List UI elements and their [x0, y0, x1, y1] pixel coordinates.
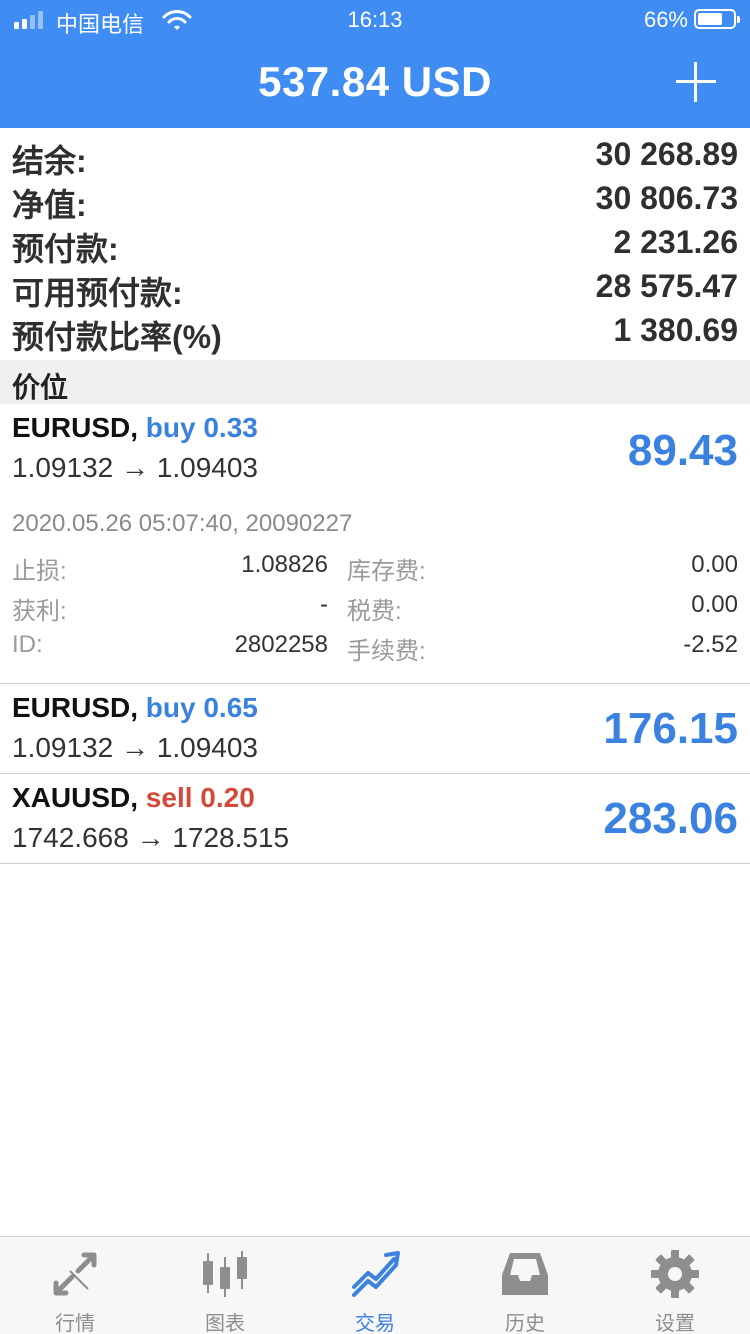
position-profit: 283.06 [603, 794, 738, 843]
summary-value: 2 231.26 [613, 224, 738, 260]
detail-label: 手续费: [347, 638, 426, 665]
tab-trade[interactable]: 交易 [300, 1237, 450, 1334]
position-side: buy 0.33 [145, 412, 258, 443]
position-row[interactable]: EURUSD, buy 0.33 1.09132 → 1.09403 89.43… [0, 404, 750, 684]
tab-label: 图表 [205, 1313, 245, 1334]
detail-label: 库存费: [347, 558, 426, 585]
summary-value: 30 806.73 [595, 180, 738, 216]
positions-section-header: 价位 [0, 360, 750, 404]
detail-value: -2.52 [683, 631, 738, 658]
summary-row-balance: 结余: 30 268.89 [0, 132, 750, 179]
summary-row-margin-level: 预付款比率(%) 1 380.69 [0, 308, 750, 355]
summary-value: 30 268.89 [595, 136, 738, 172]
position-symbol: XAUUSD, sell 0.20 [12, 782, 255, 814]
battery-percent: 66% [643, 7, 688, 32]
tab-label: 行情 [55, 1313, 95, 1334]
detail-row: 止损: 1.08826 库存费: 0.00 [0, 551, 750, 591]
summary-row-free-margin: 可用预付款: 28 575.47 [0, 264, 750, 311]
plus-icon[interactable] [676, 62, 716, 102]
status-time: 16:13 [347, 7, 403, 32]
section-title: 价位 [12, 372, 69, 403]
detail-value: 0.00 [691, 551, 738, 578]
tab-settings[interactable]: 设置 [600, 1237, 750, 1334]
tab-label: 交易 [355, 1313, 395, 1334]
position-open-time: 2020.05.26 05:07:40, 20090227 [12, 510, 353, 537]
tab-label: 历史 [505, 1313, 545, 1334]
position-profit: 176.15 [603, 704, 738, 753]
tab-history[interactable]: 历史 [450, 1237, 600, 1334]
bottom-tab-bar: 行情 图表 交易 历史 设置 [0, 1236, 750, 1334]
detail-row: ID: 2802258 手续费: -2.52 [0, 631, 750, 671]
position-prices: 1.09132 → 1.09403 [12, 732, 258, 763]
detail-label: 获利: [12, 598, 67, 625]
summary-value: 28 575.47 [595, 268, 738, 304]
detail-value: 0.00 [691, 591, 738, 618]
tab-quotes[interactable]: 行情 [0, 1237, 150, 1334]
position-prices: 1742.668 → 1728.515 [12, 822, 290, 853]
account-summary: 结余: 30 268.89 净值: 30 806.73 预付款: 2 231.2… [0, 132, 750, 355]
battery-icon [694, 9, 740, 29]
trade-trend-icon [352, 1251, 400, 1297]
symbol-name: EURUSD, [12, 412, 139, 443]
detail-label: ID: [12, 631, 43, 658]
detail-value: 2802258 [234, 631, 328, 658]
summary-label: 预付款比率(%) [12, 319, 222, 355]
detail-label: 止损: [12, 558, 67, 585]
detail-value: 1.08826 [241, 551, 328, 578]
position-side: buy 0.65 [145, 692, 258, 723]
summary-row-equity: 净值: 30 806.73 [0, 176, 750, 223]
symbol-name: EURUSD, [12, 692, 139, 723]
detail-label: 税费: [347, 598, 402, 625]
quotes-arrows-icon [53, 1252, 97, 1296]
candlestick-chart-icon [203, 1251, 247, 1297]
position-row[interactable]: XAUUSD, sell 0.20 1742.668 → 1728.515 28… [0, 774, 750, 864]
summary-row-margin: 预付款: 2 231.26 [0, 220, 750, 267]
position-symbol: EURUSD, buy 0.33 [12, 412, 258, 444]
history-inbox-icon [502, 1253, 548, 1295]
symbol-name: XAUUSD, [12, 782, 139, 813]
position-side: sell 0.20 [145, 782, 255, 813]
tab-label: 设置 [655, 1313, 695, 1334]
settings-gear-icon [651, 1250, 699, 1298]
header-bar: 中国电信 16:13 66% 537.84 USD [0, 0, 750, 128]
account-profit-title: 537.84 USD [258, 58, 492, 105]
tab-charts[interactable]: 图表 [150, 1237, 300, 1334]
position-symbol: EURUSD, buy 0.65 [12, 692, 258, 724]
position-profit: 89.43 [627, 426, 738, 475]
detail-value: - [320, 591, 328, 618]
summary-value: 1 380.69 [613, 312, 738, 348]
position-prices: 1.09132 → 1.09403 [12, 452, 258, 483]
detail-row: 获利: - 税费: 0.00 [0, 591, 750, 631]
position-row[interactable]: EURUSD, buy 0.65 1.09132 → 1.09403 176.1… [0, 684, 750, 774]
status-bar: 中国电信 16:13 66% [0, 0, 750, 40]
